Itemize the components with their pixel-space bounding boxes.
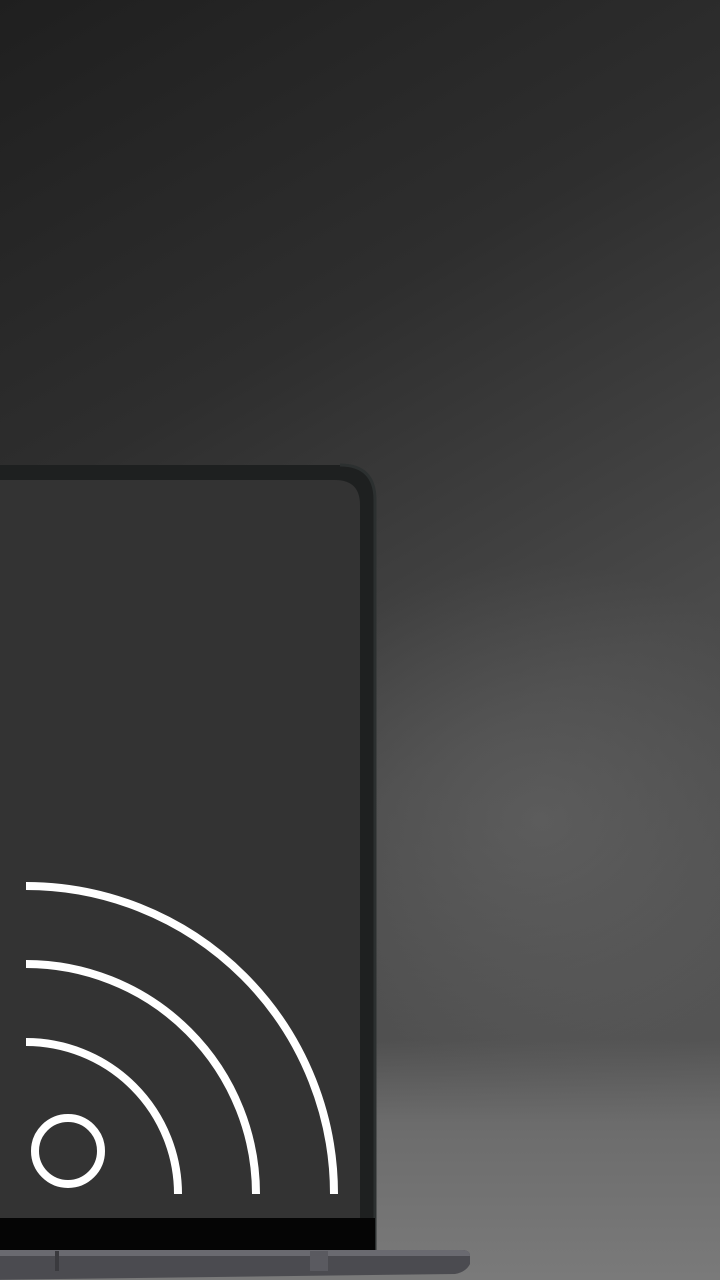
- laptop-hinge-notch-right: [310, 1251, 328, 1271]
- laptop-illustration: [0, 463, 470, 1280]
- splash-screen: [0, 0, 720, 1280]
- laptop-base-highlight: [0, 1250, 470, 1256]
- laptop-screen-bottom: [0, 1218, 375, 1250]
- laptop-screen: [0, 480, 360, 1218]
- laptop-hinge-notch-left: [55, 1251, 59, 1271]
